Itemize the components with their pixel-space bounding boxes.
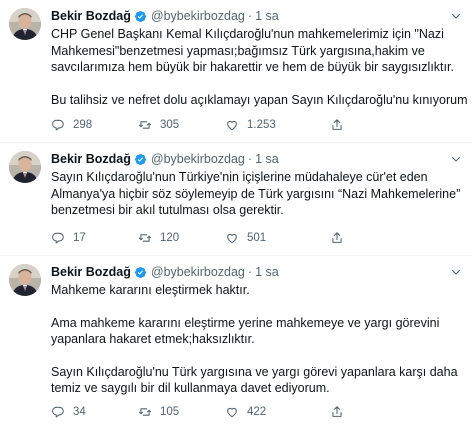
heart-icon bbox=[227, 120, 237, 131]
heart-icon bbox=[227, 407, 237, 418]
reply-count: 298 bbox=[73, 119, 93, 131]
more-options-icon[interactable] bbox=[450, 153, 462, 165]
tweet-text-line: benzetmesi bir akıl tutulması olsa gerek… bbox=[51, 203, 284, 217]
verified-badge-icon bbox=[134, 266, 147, 279]
author-handle[interactable]: @bybekirbozdag bbox=[151, 151, 245, 167]
retweet-button[interactable]: 120 bbox=[138, 231, 225, 245]
timestamp[interactable]: 1 sa bbox=[255, 151, 279, 167]
tweet-text-line: Sayın Kılıçdaroğlu'nun Türkiye'nin içişl… bbox=[51, 170, 428, 184]
separator-dot: · bbox=[247, 265, 253, 279]
share-button[interactable] bbox=[330, 405, 352, 419]
tweet-text-line: CHP Genel Başkanı Kemal Kılıçdaroğlu'nun… bbox=[51, 27, 444, 41]
author-handle[interactable]: @bybekirbozdag bbox=[151, 264, 245, 280]
reply-icon bbox=[52, 232, 64, 244]
avatar[interactable] bbox=[9, 8, 41, 40]
retweet-button[interactable]: 105 bbox=[138, 405, 225, 419]
like-button[interactable]: 1.253 bbox=[225, 118, 312, 132]
tweet-text-line: Bu talihsiz ve nefret dolu açıklamayı ya… bbox=[51, 92, 468, 107]
retweet-icon bbox=[138, 121, 152, 129]
tweet[interactable]: Bekir Bozdağ @bybekirbozdag · 1 sa Sayın… bbox=[0, 143, 472, 256]
retweet-count: 105 bbox=[160, 406, 180, 418]
tweet-text: Mahkeme kararını eleştirmek haktır. Ama … bbox=[51, 282, 462, 397]
author-name[interactable]: Bekir Bozdağ bbox=[51, 151, 131, 167]
reply-count: 17 bbox=[73, 232, 86, 244]
verified-badge-icon bbox=[134, 10, 147, 23]
timestamp[interactable]: 1 sa bbox=[255, 264, 279, 280]
tweet-text-line: yapanlara hakaret etmek;haksızlıktır. bbox=[51, 332, 255, 346]
tweet-text-line: savcılarımıza hem büyük bir hakarettir v… bbox=[51, 60, 454, 74]
like-button[interactable]: 501 bbox=[225, 231, 312, 245]
more-options-icon[interactable] bbox=[450, 266, 462, 278]
reply-button[interactable]: 17 bbox=[51, 231, 138, 245]
timestamp[interactable]: 1 sa bbox=[255, 8, 279, 24]
share-icon bbox=[332, 119, 342, 130]
share-button[interactable] bbox=[330, 118, 352, 132]
reply-icon bbox=[52, 406, 64, 418]
tweet-header: Bekir Bozdağ @bybekirbozdag · 1 sa bbox=[51, 264, 462, 280]
tweet[interactable]: Bekir Bozdağ @bybekirbozdag · 1 sa Mahke… bbox=[0, 256, 472, 430]
reply-button[interactable]: 298 bbox=[51, 118, 138, 132]
tweet-text-line: Sayın Kılıçdaroğlu'nu Türk yargısına ve … bbox=[51, 364, 458, 379]
retweet-button[interactable]: 305 bbox=[138, 118, 225, 132]
avatar[interactable] bbox=[9, 151, 41, 183]
share-icon bbox=[332, 232, 342, 243]
tweet-text-line: temiz ve saygılı bir dil kullanmaya dave… bbox=[51, 381, 330, 395]
tweet-text-line: Ama mahkeme kararını eleştirme yerine ma… bbox=[51, 315, 440, 330]
tweet-text: CHP Genel Başkanı Kemal Kılıçdaroğlu'nun… bbox=[51, 26, 468, 108]
tweet-text-line: Mahkemesi"benzetmesi yapması;bağımsız Tü… bbox=[51, 43, 425, 58]
heart-icon bbox=[227, 233, 237, 244]
tweet-text-line: Almanya'ya hiçbir söz söylemeyip de Türk… bbox=[51, 186, 461, 201]
retweet-icon bbox=[138, 408, 152, 416]
like-count: 1.253 bbox=[247, 119, 276, 131]
author-name[interactable]: Bekir Bozdağ bbox=[51, 8, 131, 24]
retweet-icon bbox=[138, 234, 152, 242]
tweet-actions: 17 120 501 bbox=[51, 230, 462, 246]
tweet[interactable]: Bekir Bozdağ @bybekirbozdag · 1 sa CHP G… bbox=[0, 0, 472, 143]
author-name[interactable]: Bekir Bozdağ bbox=[51, 264, 131, 280]
like-button[interactable]: 422 bbox=[225, 405, 312, 419]
tweet-text: Sayın Kılıçdaroğlu'nun Türkiye'nin içişl… bbox=[51, 169, 462, 219]
author-handle[interactable]: @bybekirbozdag bbox=[151, 8, 245, 24]
like-count: 422 bbox=[247, 406, 267, 418]
separator-dot: · bbox=[247, 9, 253, 23]
separator-dot: · bbox=[247, 152, 253, 166]
share-icon bbox=[332, 406, 342, 417]
more-options-icon[interactable] bbox=[450, 10, 462, 22]
reply-icon bbox=[52, 119, 64, 131]
share-button[interactable] bbox=[330, 231, 352, 245]
verified-badge-icon bbox=[134, 153, 147, 166]
tweet-header: Bekir Bozdağ @bybekirbozdag · 1 sa bbox=[51, 8, 462, 24]
retweet-count: 120 bbox=[160, 232, 180, 244]
tweet-actions: 298 305 1.253 bbox=[51, 117, 462, 133]
tweet-actions: 34 105 422 bbox=[51, 404, 462, 420]
like-count: 501 bbox=[247, 232, 267, 244]
reply-count: 34 bbox=[73, 406, 86, 418]
tweet-text-line: Mahkeme kararını eleştirmek haktır. bbox=[51, 283, 250, 297]
reply-button[interactable]: 34 bbox=[51, 405, 138, 419]
avatar[interactable] bbox=[9, 264, 41, 296]
retweet-count: 305 bbox=[160, 119, 180, 131]
tweet-header: Bekir Bozdağ @bybekirbozdag · 1 sa bbox=[51, 151, 462, 167]
tweet-feed: Bekir Bozdağ @bybekirbozdag · 1 sa CHP G… bbox=[0, 0, 472, 430]
